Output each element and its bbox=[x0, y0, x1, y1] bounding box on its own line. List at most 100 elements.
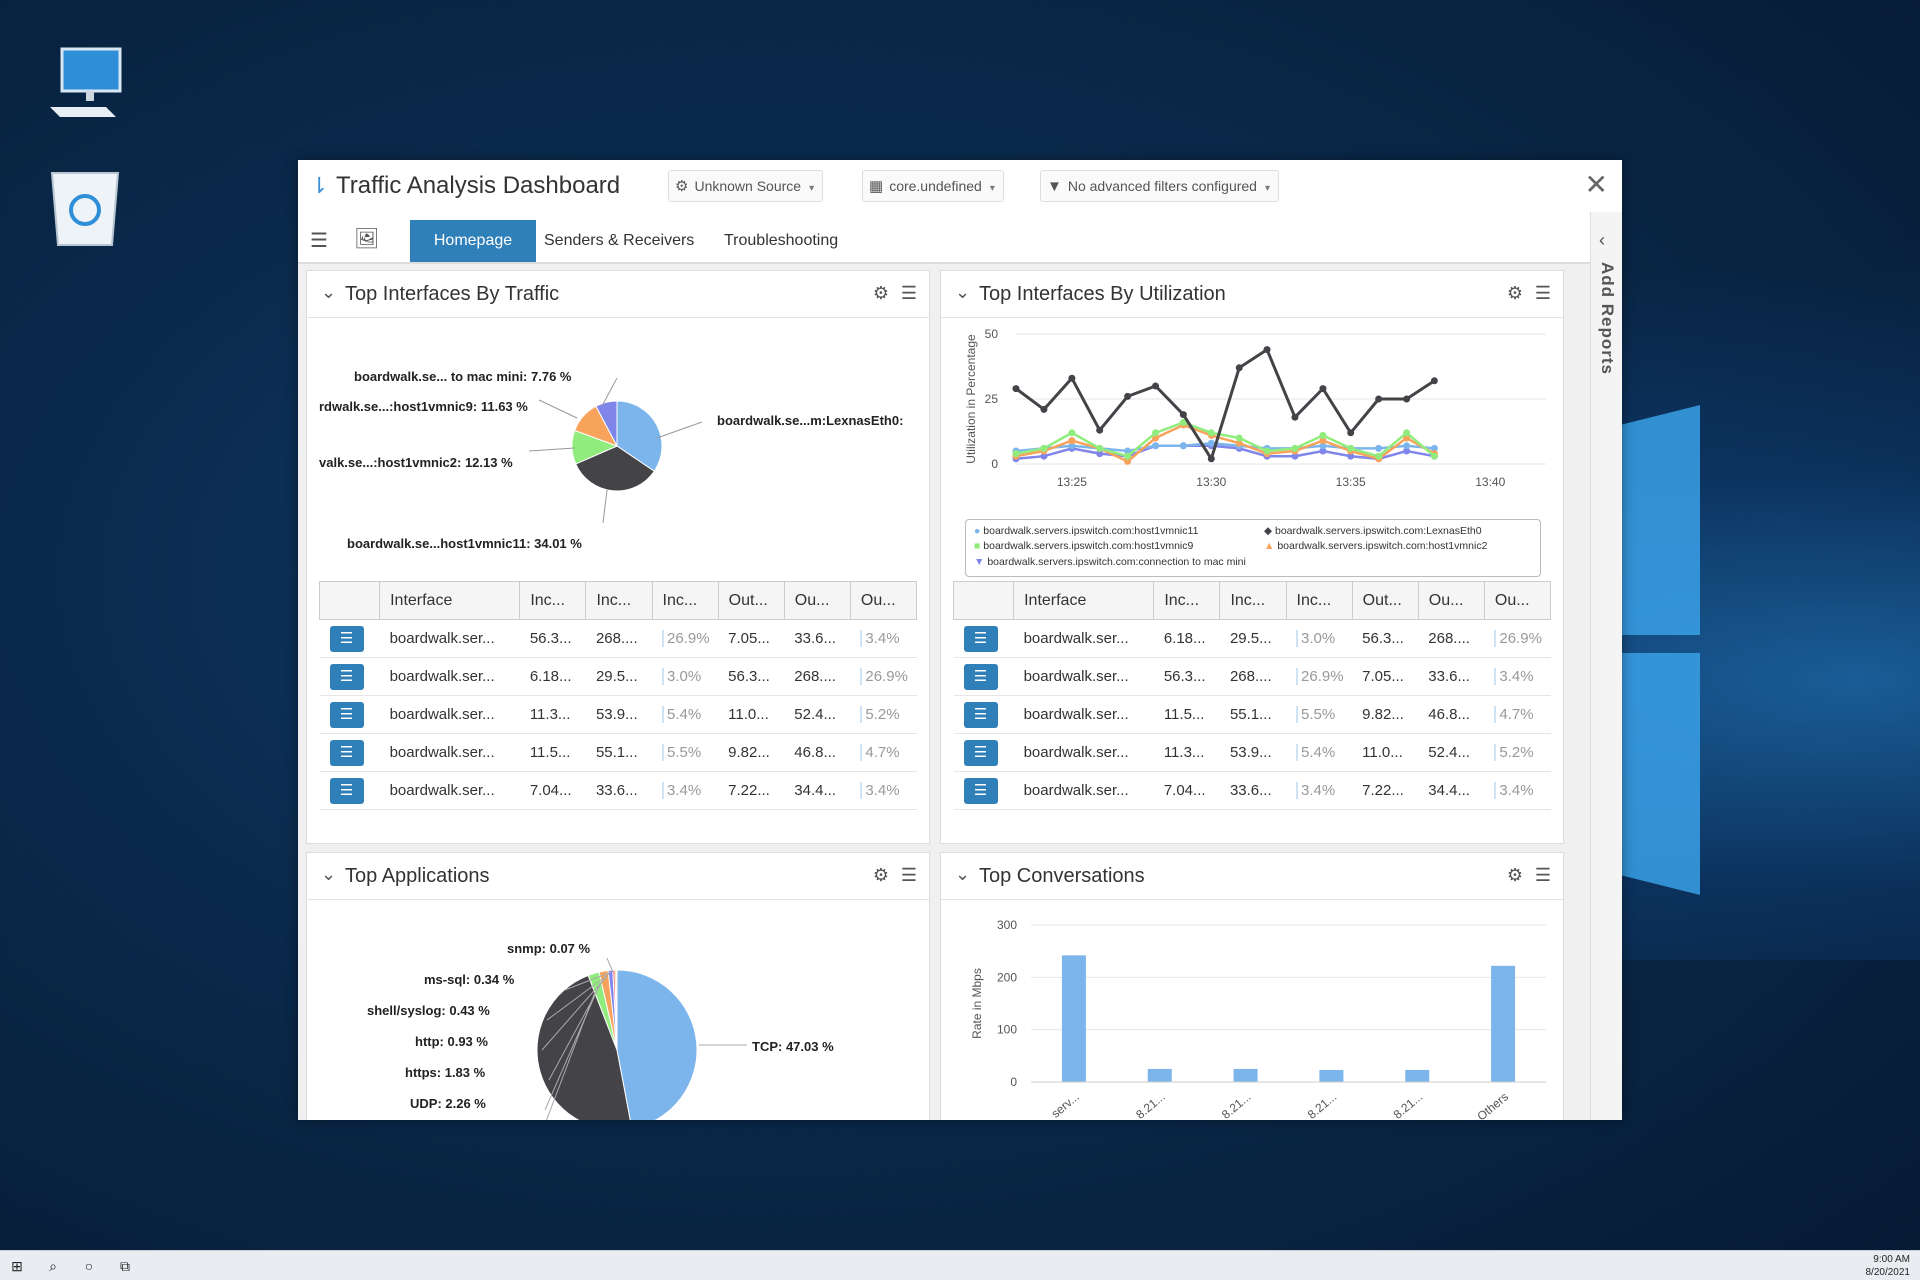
search-icon[interactable]: ⌕ bbox=[44, 1257, 62, 1275]
recycle-bin-icon[interactable] bbox=[40, 165, 130, 255]
computer-icon[interactable] bbox=[40, 45, 130, 135]
add-reports-sidebar[interactable]: ‹ Add Reports bbox=[1590, 212, 1622, 1120]
cell-value: 5.5% bbox=[1296, 706, 1336, 723]
tab-homepage[interactable]: Homepage bbox=[410, 220, 536, 262]
table-row[interactable]: ☰ boardwalk.ser... 11.5... 55.1... 5.5% 9.82.… bbox=[319, 733, 917, 772]
row-action-cell: ☰ bbox=[953, 695, 1014, 734]
row-details-button[interactable]: ☰ bbox=[963, 663, 998, 690]
chevron-left-icon[interactable]: ‹ bbox=[1599, 230, 1605, 251]
data-point bbox=[1291, 413, 1299, 421]
table-cell: boardwalk.ser... bbox=[1013, 771, 1154, 810]
panel-menu-icon[interactable]: ☰ bbox=[1535, 865, 1551, 886]
panel-menu-icon[interactable]: ☰ bbox=[1535, 283, 1551, 304]
series-line bbox=[1015, 423, 1435, 463]
add-image-icon[interactable]: 🖼 bbox=[354, 226, 379, 251]
y-tick-label: 0 bbox=[1010, 1075, 1017, 1089]
collapse-icon[interactable]: ⌄ bbox=[955, 864, 970, 885]
table-row[interactable]: ☰ boardwalk.ser... 6.18... 29.5... 3.0% 56.3.… bbox=[319, 657, 917, 696]
gear-icon[interactable]: ⚙ bbox=[1507, 283, 1523, 304]
table-row[interactable]: ☰ boardwalk.ser... 11.3... 53.9... 5.4% 11.0.… bbox=[319, 695, 917, 734]
collapse-icon[interactable]: ⌄ bbox=[955, 282, 970, 303]
table-cell: boardwalk.ser... bbox=[379, 733, 520, 772]
collapse-icon[interactable]: ⌄ bbox=[321, 282, 336, 303]
table-row[interactable]: ☰ boardwalk.ser... 11.3... 53.9... 5.4% 11.0.… bbox=[953, 733, 1551, 772]
legend-item[interactable]: ◆ boardwalk.servers.ipswitch.com:LexnasE… bbox=[1264, 525, 1482, 537]
panel-menu-icon[interactable]: ☰ bbox=[901, 865, 917, 886]
legend-item[interactable]: ▼ boardwalk.servers.ipswitch.com:connect… bbox=[974, 556, 1246, 568]
column-header[interactable]: Inc... bbox=[651, 581, 719, 620]
tab-troubleshooting[interactable]: Troubleshooting bbox=[706, 220, 856, 262]
core-dropdown[interactable]: ▦ core.undefined ▾ bbox=[862, 170, 1004, 202]
gear-icon[interactable]: ⚙ bbox=[873, 865, 889, 886]
cell-value: 33.6... bbox=[1229, 782, 1272, 799]
cell-value: 55.1... bbox=[1229, 706, 1272, 723]
cell-value: 5.2% bbox=[1494, 744, 1534, 761]
cell-value: 6.18... bbox=[1163, 630, 1206, 647]
column-header-action bbox=[952, 581, 1015, 620]
column-header[interactable]: Interface bbox=[1013, 581, 1155, 620]
x-tick-label: 8.21... bbox=[1219, 1090, 1254, 1120]
row-details-button[interactable]: ☰ bbox=[963, 625, 998, 652]
column-header[interactable]: Inc... bbox=[1153, 581, 1221, 620]
column-header[interactable]: Ou... bbox=[1483, 581, 1552, 620]
table-cell: 56.3... bbox=[519, 619, 586, 658]
row-details-button[interactable]: ☰ bbox=[329, 739, 364, 766]
row-details-button[interactable]: ☰ bbox=[963, 701, 998, 728]
filter-dropdown[interactable]: ▼ No advanced filters configured ▾ bbox=[1040, 170, 1279, 202]
system-clock[interactable]: 9:00 AM 8/20/2021 bbox=[1866, 1253, 1911, 1279]
collapse-icon[interactable]: ⌄ bbox=[321, 864, 336, 885]
column-header[interactable]: Ou... bbox=[1417, 581, 1485, 620]
cell-value: 7.22... bbox=[728, 782, 770, 799]
table-cell: 29.5... bbox=[1219, 619, 1287, 658]
gear-icon[interactable]: ⚙ bbox=[873, 283, 889, 304]
column-header[interactable]: Ou... bbox=[849, 581, 918, 620]
legend-item[interactable]: ▲ boardwalk.servers.ipswitch.com:host1vm… bbox=[1264, 540, 1487, 552]
row-details-button[interactable]: ☰ bbox=[329, 777, 364, 804]
cell-value: 53.9... bbox=[595, 706, 638, 723]
pie-label: ms-sql: 0.34 % bbox=[424, 972, 515, 987]
source-dropdown[interactable]: ⚙ Unknown Source ▾ bbox=[668, 170, 824, 202]
row-details-button[interactable]: ☰ bbox=[329, 625, 364, 652]
column-header[interactable]: Inc... bbox=[1219, 581, 1287, 620]
panel-menu-icon[interactable]: ☰ bbox=[901, 283, 917, 304]
cortana-icon[interactable]: ○ bbox=[80, 1257, 98, 1275]
table-row[interactable]: ☰ boardwalk.ser... 6.18... 29.5... 3.0% 56.3.… bbox=[953, 619, 1551, 658]
column-header[interactable]: Inc... bbox=[1285, 581, 1353, 620]
table-row[interactable]: ☰ boardwalk.ser... 11.5... 55.1... 5.5% 9.82.… bbox=[953, 695, 1551, 734]
row-details-button[interactable]: ☰ bbox=[963, 777, 998, 804]
row-details-button[interactable]: ☰ bbox=[329, 701, 364, 728]
row-details-button[interactable]: ☰ bbox=[329, 663, 364, 690]
data-point bbox=[1319, 385, 1327, 393]
column-header[interactable]: Out... bbox=[717, 581, 785, 620]
column-header[interactable]: Ou... bbox=[783, 581, 851, 620]
menu-icon[interactable]: ☰ bbox=[310, 228, 328, 253]
column-header[interactable]: Interface bbox=[379, 581, 521, 620]
table-row[interactable]: ☰ boardwalk.ser... 7.04... 33.6... 3.4% 7.22.… bbox=[953, 771, 1551, 810]
table-cell: 11.5... bbox=[1153, 695, 1220, 734]
table-cell: boardwalk.ser... bbox=[1013, 733, 1154, 772]
table-row[interactable]: ☰ boardwalk.ser... 7.04... 33.6... 3.4% 7.22.… bbox=[319, 771, 917, 810]
row-details-button[interactable]: ☰ bbox=[963, 739, 998, 766]
column-header[interactable]: Inc... bbox=[519, 581, 587, 620]
table-row[interactable]: ☰ boardwalk.ser... 56.3... 268.... 26.9% 7.05… bbox=[953, 657, 1551, 696]
close-icon[interactable]: ✕ bbox=[1585, 170, 1608, 200]
task-view-icon[interactable]: ⧉ bbox=[116, 1257, 134, 1275]
table-cell: 3.4% bbox=[850, 619, 917, 658]
cell-value: 11.0... bbox=[728, 706, 769, 723]
cell-value: 6.18... bbox=[529, 668, 572, 685]
gear-icon[interactable]: ⚙ bbox=[1507, 865, 1523, 886]
cell-value: 26.9% bbox=[1494, 630, 1542, 647]
y-tick-label: 50 bbox=[985, 327, 999, 341]
chevron-down-icon: ▾ bbox=[1264, 183, 1270, 194]
row-action-cell: ☰ bbox=[953, 733, 1014, 772]
legend-item[interactable]: ■ boardwalk.servers.ipswitch.com:host1vm… bbox=[974, 540, 1193, 552]
cell-value: 26.9% bbox=[662, 630, 710, 647]
windows-start-icon[interactable]: ⊞ bbox=[8, 1257, 26, 1275]
column-header[interactable]: Out... bbox=[1351, 581, 1419, 620]
table-cell: 11.0... bbox=[1352, 733, 1419, 772]
column-header[interactable]: Inc... bbox=[585, 581, 653, 620]
table-row[interactable]: ☰ boardwalk.ser... 56.3... 268.... 26.9% 7.05… bbox=[319, 619, 917, 658]
legend-item[interactable]: ● boardwalk.servers.ipswitch.com:host1vm… bbox=[974, 525, 1198, 537]
data-point bbox=[1403, 429, 1411, 437]
tab-senders-receivers[interactable]: Senders & Receivers bbox=[526, 220, 712, 262]
